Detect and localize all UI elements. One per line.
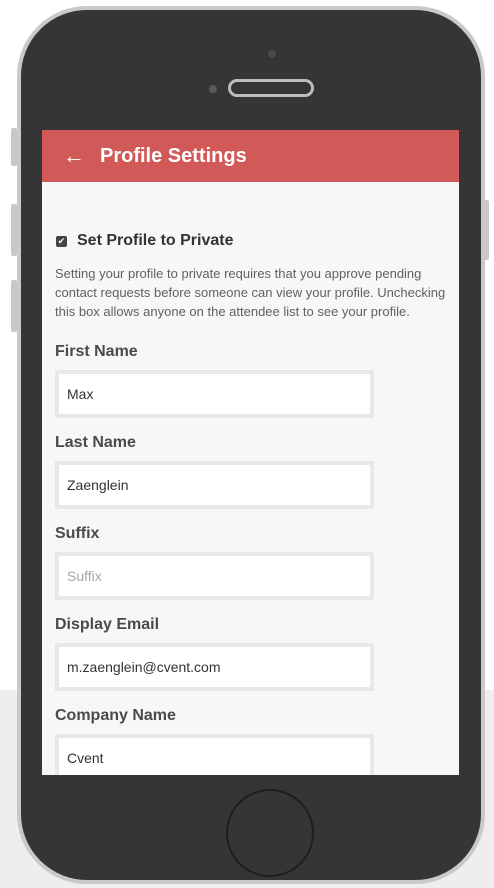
- company-name-field-frame: [55, 734, 374, 775]
- private-profile-description: Setting your profile to private requires…: [55, 266, 446, 319]
- last-name-field[interactable]: [59, 465, 370, 505]
- company-name-label: Company Name: [55, 707, 176, 724]
- sensor-icon: [209, 85, 217, 93]
- volume-down-button: [11, 280, 17, 332]
- back-arrow-icon[interactable]: ←: [42, 130, 100, 182]
- display-email-field-frame: [55, 643, 374, 691]
- display-email-field[interactable]: [59, 647, 370, 687]
- volume-up-button: [11, 204, 17, 256]
- suffix-field[interactable]: [59, 556, 370, 596]
- company-name-field[interactable]: [59, 738, 370, 775]
- profile-form: ✔ Set Profile to Private Setting your pr…: [42, 232, 459, 775]
- suffix-label: Suffix: [55, 525, 100, 542]
- speaker-icon: [228, 79, 314, 97]
- mute-switch: [11, 128, 17, 166]
- suffix-field-frame: [55, 552, 374, 600]
- app-bar: ← Profile Settings: [42, 130, 459, 182]
- power-button: [483, 200, 489, 260]
- last-name-label: Last Name: [55, 434, 136, 451]
- last-name-field-frame: [55, 461, 374, 509]
- camera-icon: [268, 50, 276, 58]
- display-email-label: Display Email: [55, 616, 160, 633]
- private-profile-checkbox[interactable]: ✔: [56, 235, 67, 247]
- page-title: Profile Settings: [100, 144, 247, 167]
- first-name-label: First Name: [55, 343, 138, 360]
- private-profile-label: Set Profile to Private: [77, 232, 234, 249]
- home-button[interactable]: [226, 789, 314, 877]
- app-screen: ← Profile Settings ✔ Set Profile to Priv…: [42, 130, 459, 775]
- first-name-field-frame: [55, 370, 374, 418]
- first-name-field[interactable]: [59, 374, 370, 414]
- private-profile-toggle[interactable]: ✔ Set Profile to Private: [55, 232, 459, 250]
